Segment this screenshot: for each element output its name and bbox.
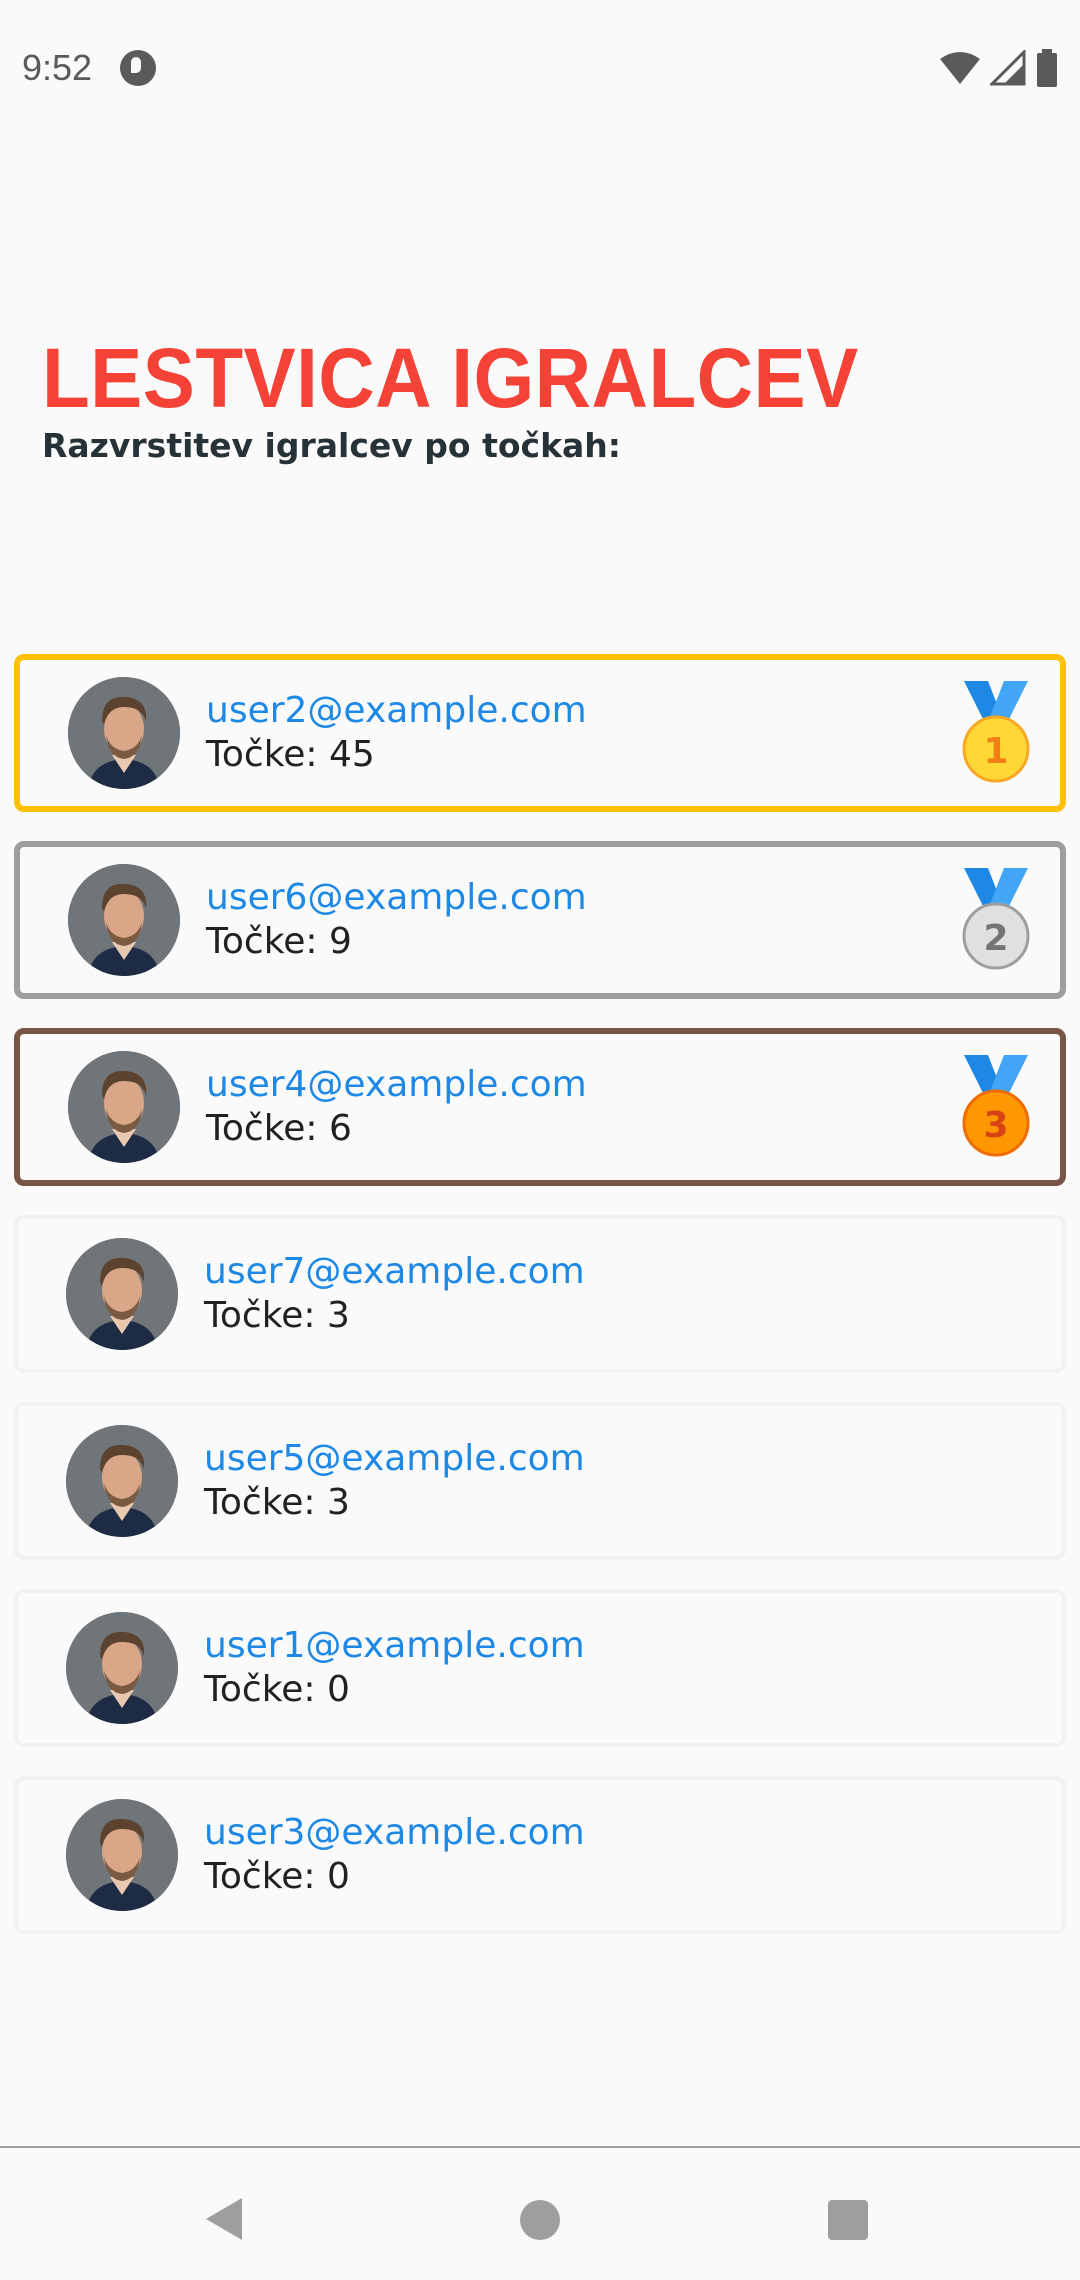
- player-points: Točke: 6: [206, 1108, 352, 1149]
- bronze-medal-icon: 3: [962, 1055, 1030, 1157]
- app-notification-icon: [120, 50, 157, 86]
- leaderboard-row[interactable]: user5@example.com Točke: 3: [14, 1402, 1066, 1560]
- screen: 9:52 LESTVICA IGRALCEV Razvrstitev igral…: [0, 0, 1080, 2280]
- medal-rank: 1: [983, 731, 1008, 772]
- home-icon[interactable]: [520, 2200, 560, 2240]
- leaderboard-row[interactable]: user4@example.com Točke: 6 3: [14, 1028, 1066, 1186]
- player-email: user7@example.com: [204, 1251, 585, 1292]
- status-icons: [940, 49, 1058, 87]
- avatar: [68, 864, 180, 976]
- avatar: [66, 1612, 178, 1724]
- medal-rank: 2: [983, 918, 1008, 959]
- player-email: user1@example.com: [204, 1625, 585, 1666]
- player-points: Točke: 0: [204, 1856, 350, 1897]
- player-email: user2@example.com: [206, 690, 587, 731]
- avatar: [68, 1051, 180, 1163]
- player-email: user3@example.com: [204, 1812, 585, 1853]
- status-bar: 9:52: [0, 0, 1080, 136]
- leaderboard-row[interactable]: user1@example.com Točke: 0: [14, 1589, 1066, 1747]
- avatar: [66, 1799, 178, 1911]
- player-points: Točke: 9: [206, 921, 352, 962]
- player-email: user6@example.com: [206, 877, 587, 918]
- navigation-bar: [0, 2146, 1080, 2280]
- wifi-icon: [940, 52, 980, 84]
- medal-rank: 3: [983, 1105, 1008, 1146]
- silver-medal-icon: 2: [962, 868, 1030, 970]
- cellular-signal-icon: [990, 50, 1026, 86]
- page-title: LESTVICA IGRALCEV: [42, 331, 859, 425]
- player-points: Točke: 45: [206, 734, 375, 775]
- leaderboard-row[interactable]: user3@example.com Točke: 0: [14, 1776, 1066, 1934]
- status-time: 9:52: [22, 47, 93, 88]
- player-points: Točke: 3: [204, 1295, 350, 1336]
- player-points: Točke: 3: [204, 1482, 350, 1523]
- leaderboard-row[interactable]: user7@example.com Točke: 3: [14, 1215, 1066, 1373]
- back-icon[interactable]: [204, 2196, 244, 2242]
- avatar: [68, 677, 180, 789]
- leaderboard-row[interactable]: user2@example.com Točke: 45 1: [14, 654, 1066, 812]
- battery-icon: [1037, 49, 1057, 87]
- gold-medal-icon: 1: [962, 681, 1030, 783]
- recent-apps-icon[interactable]: [828, 2200, 868, 2240]
- player-email: user5@example.com: [204, 1438, 585, 1479]
- player-email: user4@example.com: [206, 1064, 587, 1105]
- leaderboard-list: user2@example.com Točke: 45 1 user6@exam…: [14, 654, 1066, 1963]
- avatar: [66, 1425, 178, 1537]
- leaderboard-row[interactable]: user6@example.com Točke: 9 2: [14, 841, 1066, 999]
- page-subtitle: Razvrstitev igralcev po točkah:: [42, 426, 621, 465]
- player-points: Točke: 0: [204, 1669, 350, 1710]
- avatar: [66, 1238, 178, 1350]
